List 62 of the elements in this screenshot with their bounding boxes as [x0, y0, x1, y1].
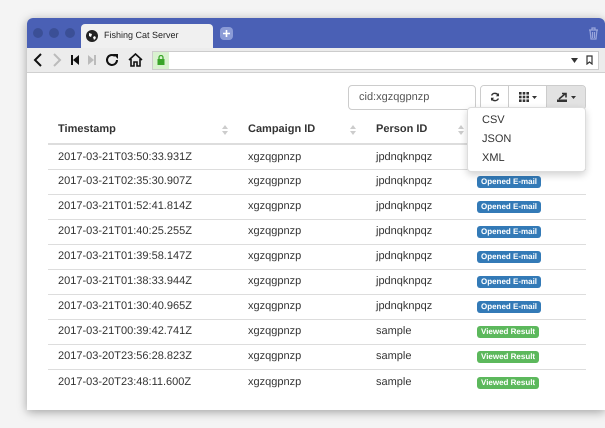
- table-cell: jpdnqknpqz: [366, 269, 474, 294]
- table-cell: 2017-03-21T00:39:42.741Z: [48, 319, 238, 344]
- table-cell: xgzqgpnzp: [238, 194, 366, 219]
- table-cell: jpdnqknpqz: [366, 219, 474, 244]
- reload-icon[interactable]: [105, 53, 119, 67]
- caret-icon: [532, 96, 536, 98]
- event-badge: Opened E-mail: [477, 301, 542, 314]
- skip-back-icon[interactable]: [71, 55, 79, 65]
- caret-icon: [570, 96, 576, 98]
- column-header[interactable]: Timestamp: [58, 121, 116, 138]
- table-cell: sample: [366, 319, 474, 344]
- table-cell: 2017-03-20T23:56:28.823Z: [48, 344, 238, 369]
- table-cell: jpdnqknpqz: [366, 169, 474, 194]
- table-cell: jpdnqknpqz: [366, 244, 474, 269]
- column-header[interactable]: Campaign ID: [248, 121, 316, 138]
- bookmark-icon[interactable]: [586, 55, 593, 65]
- table-cell: sample: [366, 344, 474, 369]
- table-cell: xgzqgpnzp: [238, 219, 366, 244]
- event-badge: Viewed Result: [477, 326, 540, 338]
- event-badge: Viewed Result: [477, 351, 540, 364]
- table-cell: 2017-03-21T01:40:25.255Z: [48, 219, 238, 244]
- table-cell: 2017-03-21T01:39:58.147Z: [48, 244, 238, 269]
- table-cell: jpdnqknpqz: [366, 194, 474, 219]
- table-cell: xgzqgpnzp: [238, 344, 366, 369]
- table-cell: jpdnqknpqz: [366, 294, 474, 319]
- globe-icon: [86, 30, 98, 42]
- table-cell: xgzqgpnzp: [238, 319, 366, 344]
- event-badge: Opened E-mail: [477, 201, 542, 214]
- event-badge: Opened E-mail: [477, 226, 542, 238]
- export-icon: [556, 92, 568, 102]
- dropdown-caret-icon[interactable]: [571, 58, 578, 62]
- browser-tab[interactable]: Fishing Cat Server: [81, 24, 213, 48]
- lock-icon: [157, 55, 165, 65]
- refresh-button[interactable]: [481, 86, 509, 108]
- table-cell: 2017-03-21T01:30:40.965Z: [48, 294, 238, 319]
- event-badge: Viewed Result: [477, 376, 540, 388]
- table-cell: sample: [366, 369, 474, 394]
- plus-icon: [222, 28, 231, 38]
- column-header[interactable]: Person ID: [376, 121, 428, 138]
- event-badge: Opened E-mail: [477, 251, 542, 264]
- event-badge: Opened E-mail: [477, 276, 542, 288]
- home-icon[interactable]: [128, 53, 143, 67]
- table-cell: xgzqgpnzp: [238, 244, 366, 269]
- table-cell: 2017-03-21T02:35:30.907Z: [48, 169, 238, 194]
- table-cell: xgzqgpnzp: [238, 294, 366, 319]
- tab-title: Fishing Cat Server: [104, 29, 179, 42]
- export-button[interactable]: [547, 86, 585, 108]
- table-cell: 2017-03-21T01:52:41.814Z: [48, 194, 238, 219]
- table-cell: xgzqgpnzp: [238, 369, 366, 394]
- back-icon[interactable]: [33, 53, 43, 67]
- grid-icon: [518, 92, 528, 102]
- refresh-icon: [490, 92, 500, 102]
- table-cell: 2017-03-21T03:50:33.931Z: [48, 144, 238, 169]
- table-cell: 2017-03-20T23:48:11.600Z: [48, 369, 238, 394]
- new-tab-button[interactable]: [220, 26, 233, 40]
- table-cell: xgzqgpnzp: [238, 269, 366, 294]
- table-cell: xgzqgpnzp: [238, 144, 366, 169]
- menu-item[interactable]: CSV: [468, 111, 585, 130]
- table-cell: 2017-03-21T01:38:33.944Z: [48, 269, 238, 294]
- table-cell: xgzqgpnzp: [238, 169, 366, 194]
- event-badge: Opened E-mail: [477, 176, 542, 188]
- filter-field[interactable]: cid:xgzqgpnzp: [348, 84, 476, 110]
